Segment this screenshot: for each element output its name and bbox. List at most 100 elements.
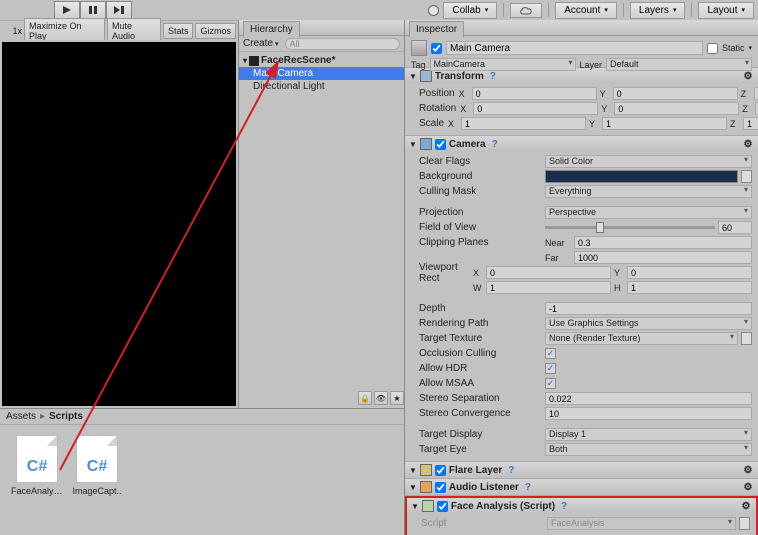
help-icon[interactable]: ? — [487, 70, 499, 82]
hierarchy-create-button[interactable]: Create ▾ — [243, 38, 279, 49]
far-clip-input[interactable] — [574, 251, 752, 264]
fold-icon[interactable]: ▼ — [411, 502, 419, 511]
rotation-y-input[interactable] — [614, 102, 739, 115]
fold-icon[interactable]: ▼ — [409, 140, 417, 149]
transform-icon — [420, 70, 432, 82]
gear-icon[interactable]: ⚙ — [742, 70, 754, 82]
inspector-panel: Inspector Static ▾ Tag MainCamera Layer … — [404, 20, 758, 535]
project-eye-icon[interactable]: 👁 — [374, 391, 388, 405]
target-eye-dropdown[interactable]: Both — [545, 443, 752, 456]
projection-dropdown[interactable]: Perspective — [545, 206, 752, 219]
layers-dropdown[interactable]: Layers▾ — [630, 2, 686, 19]
object-picker-icon[interactable] — [741, 332, 752, 345]
camera-component: ▼Camera?⚙ Clear FlagsSolid Color Backgro… — [405, 136, 758, 462]
inspector-tab[interactable]: Inspector — [409, 21, 464, 37]
occlusion-culling-checkbox[interactable]: ✓ — [545, 348, 556, 359]
clear-flags-dropdown[interactable]: Solid Color — [545, 155, 752, 168]
game-toolbar: 1x Maximize On Play Mute Audio Stats Giz… — [0, 20, 238, 40]
scene-root[interactable]: ▾FaceRecScene* — [239, 54, 404, 67]
layout-dropdown[interactable]: Layout▾ — [698, 2, 754, 19]
gear-icon[interactable]: ⚙ — [740, 500, 752, 512]
play-controls — [54, 1, 132, 19]
help-icon[interactable]: ? — [505, 464, 517, 476]
audio-icon — [420, 481, 432, 493]
pause-button[interactable] — [80, 1, 106, 19]
static-label: Static — [722, 43, 745, 53]
breadcrumb-assets[interactable]: Assets — [6, 411, 36, 422]
viewport-w-input[interactable] — [486, 281, 611, 294]
fov-input[interactable] — [718, 221, 752, 234]
help-icon[interactable]: ? — [522, 481, 534, 493]
unity-icon — [249, 56, 259, 66]
play-button[interactable] — [54, 1, 80, 19]
zoom-label: 1x — [2, 26, 22, 36]
audio-listener-component: ▼Audio Listener?⚙ — [405, 479, 758, 496]
gear-icon[interactable]: ⚙ — [742, 481, 754, 493]
fold-icon[interactable]: ▼ — [409, 483, 417, 492]
scale-x-input[interactable] — [461, 117, 586, 130]
audio-enabled-checkbox[interactable] — [435, 482, 446, 493]
layout-label: Layout — [707, 5, 737, 16]
allow-hdr-checkbox[interactable]: ✓ — [545, 363, 556, 374]
fold-icon[interactable]: ▼ — [409, 72, 417, 81]
hierarchy-search-input[interactable]: All — [285, 38, 400, 50]
target-texture-field[interactable]: None (Render Texture) — [545, 332, 738, 345]
account-dropdown[interactable]: Account▾ — [555, 2, 617, 19]
help-icon[interactable]: ? — [558, 500, 570, 512]
gear-icon[interactable]: ⚙ — [742, 138, 754, 150]
near-clip-input[interactable] — [574, 236, 752, 249]
depth-input[interactable] — [545, 302, 752, 315]
object-picker-icon[interactable] — [739, 517, 750, 530]
gameobject-active-checkbox[interactable] — [431, 43, 442, 54]
scale-y-input[interactable] — [602, 117, 727, 130]
stats-toggle[interactable]: Stats — [163, 23, 194, 39]
allow-msaa-checkbox[interactable]: ✓ — [545, 378, 556, 389]
stereo-separation-input[interactable] — [545, 392, 752, 405]
project-lock-icon[interactable]: 🔒 — [358, 391, 372, 405]
rendering-path-dropdown[interactable]: Use Graphics Settings — [545, 317, 752, 330]
collab-dropdown[interactable]: Collab▾ — [443, 2, 497, 19]
static-dropdown-icon[interactable]: ▾ — [748, 44, 752, 52]
tag-label: Tag — [411, 60, 426, 70]
hierarchy-item-directional-light[interactable]: Directional Light — [239, 80, 404, 93]
asset-face-analysis[interactable]: C# FaceAnalys.. — [12, 435, 62, 496]
help-icon[interactable]: ? — [489, 138, 501, 150]
layers-label: Layers — [639, 5, 669, 16]
position-x-input[interactable] — [472, 87, 597, 100]
rotation-x-input[interactable] — [473, 102, 598, 115]
camera-enabled-checkbox[interactable] — [435, 139, 446, 150]
game-view[interactable] — [2, 42, 236, 406]
background-color-field[interactable] — [545, 170, 738, 183]
stereo-convergence-input[interactable] — [545, 407, 752, 420]
fov-slider[interactable] — [545, 226, 715, 229]
breadcrumb-scripts[interactable]: Scripts — [49, 411, 83, 422]
culling-mask-dropdown[interactable]: Everything — [545, 185, 752, 198]
gear-icon[interactable]: ⚙ — [742, 464, 754, 476]
hierarchy-panel: Hierarchy Create ▾ All ▾FaceRecScene* Ma… — [238, 20, 404, 408]
gameobject-name-input[interactable] — [446, 41, 703, 55]
hierarchy-item-main-camera[interactable]: Main Camera — [239, 67, 404, 80]
fold-icon[interactable]: ▼ — [409, 466, 417, 475]
viewport-y-input[interactable] — [627, 266, 752, 279]
tag-dropdown[interactable]: MainCamera — [430, 58, 576, 71]
position-y-input[interactable] — [613, 87, 738, 100]
script-reference-field[interactable]: FaceAnalysis — [547, 517, 736, 530]
cloud-button[interactable] — [510, 3, 542, 18]
static-checkbox[interactable] — [707, 43, 718, 54]
flare-enabled-checkbox[interactable] — [435, 465, 446, 476]
scale-z-input[interactable] — [743, 117, 758, 130]
gizmos-dropdown[interactable]: Gizmos — [195, 23, 236, 39]
hierarchy-tab[interactable]: Hierarchy — [243, 21, 300, 37]
viewport-x-input[interactable] — [486, 266, 611, 279]
asset-image-capture[interactable]: C# ImageCapt.. — [72, 435, 122, 496]
project-panel: 🔒 👁 ★ Assets ▸ Scripts C# FaceAnalys.. C… — [0, 408, 404, 535]
step-button[interactable] — [106, 1, 132, 19]
csharp-script-icon: C# — [76, 435, 118, 483]
color-picker-icon[interactable] — [741, 170, 752, 183]
project-star-icon[interactable]: ★ — [390, 391, 404, 405]
position-z-input[interactable] — [754, 87, 758, 100]
target-display-dropdown[interactable]: Display 1 — [545, 428, 752, 441]
script-enabled-checkbox[interactable] — [437, 501, 448, 512]
viewport-h-input[interactable] — [627, 281, 752, 294]
layer-dropdown[interactable]: Default — [606, 58, 752, 71]
